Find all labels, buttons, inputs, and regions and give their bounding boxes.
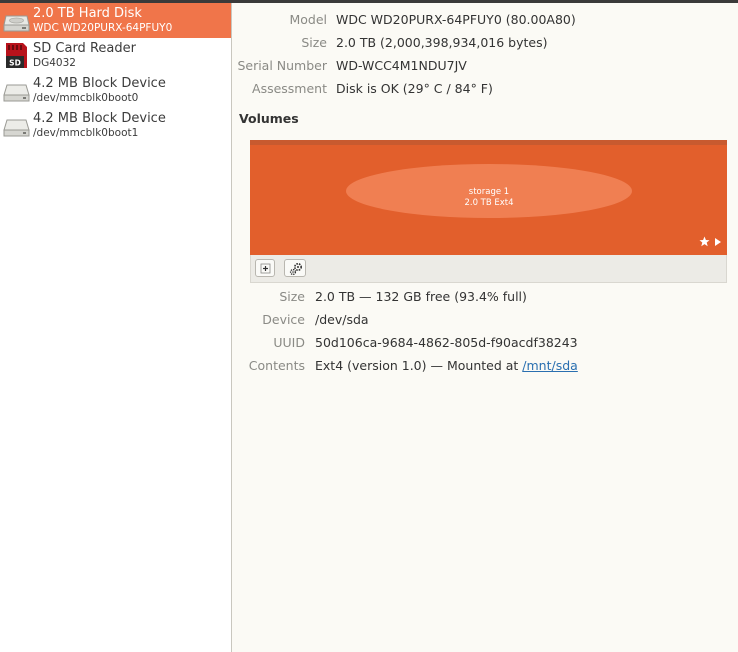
uuid-value: 50d106ca-9684-4862-805d-f90acdf38243 xyxy=(315,335,578,350)
partition-size-label: Size xyxy=(279,289,305,304)
size-value: 2.0 TB (2,000,398,934,016 bytes) xyxy=(336,35,548,50)
svg-text:SD: SD xyxy=(9,59,21,68)
plus-icon xyxy=(260,263,271,274)
serial-number-label: Serial Number xyxy=(237,58,327,73)
assessment-label: Assessment xyxy=(252,81,327,96)
device-subtitle: /dev/mmcblk0boot0 xyxy=(33,92,139,104)
block-device-icon xyxy=(3,119,30,137)
contents-text: Ext4 (version 1.0) — Mounted at xyxy=(315,358,523,373)
mounted-play-icon xyxy=(715,238,721,246)
block-device-icon xyxy=(3,84,30,102)
volumes-heading: Volumes xyxy=(239,111,299,126)
device-item-hard-disk[interactable]: 2.0 TB Hard Disk WDC WD20PURX-64PFUY0 xyxy=(0,3,231,38)
star-icon xyxy=(699,236,710,247)
disk-details-pane: Model WDC WD20PURX-64PFUY0 (80.00A80) Si… xyxy=(232,3,738,652)
device-subtitle: WDC WD20PURX-64PFUY0 xyxy=(33,22,173,34)
device-label: Device xyxy=(262,312,305,327)
contents-value: Ext4 (version 1.0) — Mounted at /mnt/sda xyxy=(315,356,578,376)
mount-point-link[interactable]: /mnt/sda xyxy=(522,358,578,373)
partition-size-value: 2.0 TB — 132 GB free (93.4% full) xyxy=(315,289,527,304)
assessment-value: Disk is OK (29° C / 84° F) xyxy=(336,81,493,96)
hard-disk-icon xyxy=(3,15,30,32)
model-label: Model xyxy=(289,12,327,27)
sd-card-icon: SD xyxy=(6,43,27,68)
device-title: 2.0 TB Hard Disk xyxy=(33,6,142,21)
partition-settings-button[interactable] xyxy=(284,259,306,277)
partition-size-fs: 2.0 TB Ext4 xyxy=(464,198,514,208)
device-item-block-device-boot0[interactable]: 4.2 MB Block Device /dev/mmcblk0boot0 xyxy=(0,73,231,108)
contents-label: Contents xyxy=(248,358,305,373)
device-value: /dev/sda xyxy=(315,312,369,327)
uuid-label: UUID xyxy=(273,335,305,350)
partition-storage-1[interactable]: storage 1 2.0 TB Ext4 xyxy=(346,164,632,218)
gears-icon xyxy=(289,262,303,276)
size-label: Size xyxy=(301,35,327,50)
device-subtitle: DG4032 xyxy=(33,57,76,69)
model-value: WDC WD20PURX-64PFUY0 (80.00A80) xyxy=(336,12,576,27)
device-title: 4.2 MB Block Device xyxy=(33,111,166,126)
device-title: SD Card Reader xyxy=(33,41,136,56)
device-item-block-device-boot1[interactable]: 4.2 MB Block Device /dev/mmcblk0boot1 xyxy=(0,108,231,143)
volume-toolbar xyxy=(250,255,727,283)
volume-map: storage 1 2.0 TB Ext4 xyxy=(250,140,727,255)
device-subtitle: /dev/mmcblk0boot1 xyxy=(33,127,139,139)
device-item-sd-card-reader[interactable]: SD SD Card Reader DG4032 xyxy=(0,38,231,73)
partition-name: storage 1 xyxy=(468,187,510,197)
device-sidebar: 2.0 TB Hard Disk WDC WD20PURX-64PFUY0 SD… xyxy=(0,3,232,652)
device-title: 4.2 MB Block Device xyxy=(33,76,166,91)
serial-number-value: WD-WCC4M1NDU7JV xyxy=(336,58,467,73)
add-partition-button[interactable] xyxy=(255,259,275,277)
